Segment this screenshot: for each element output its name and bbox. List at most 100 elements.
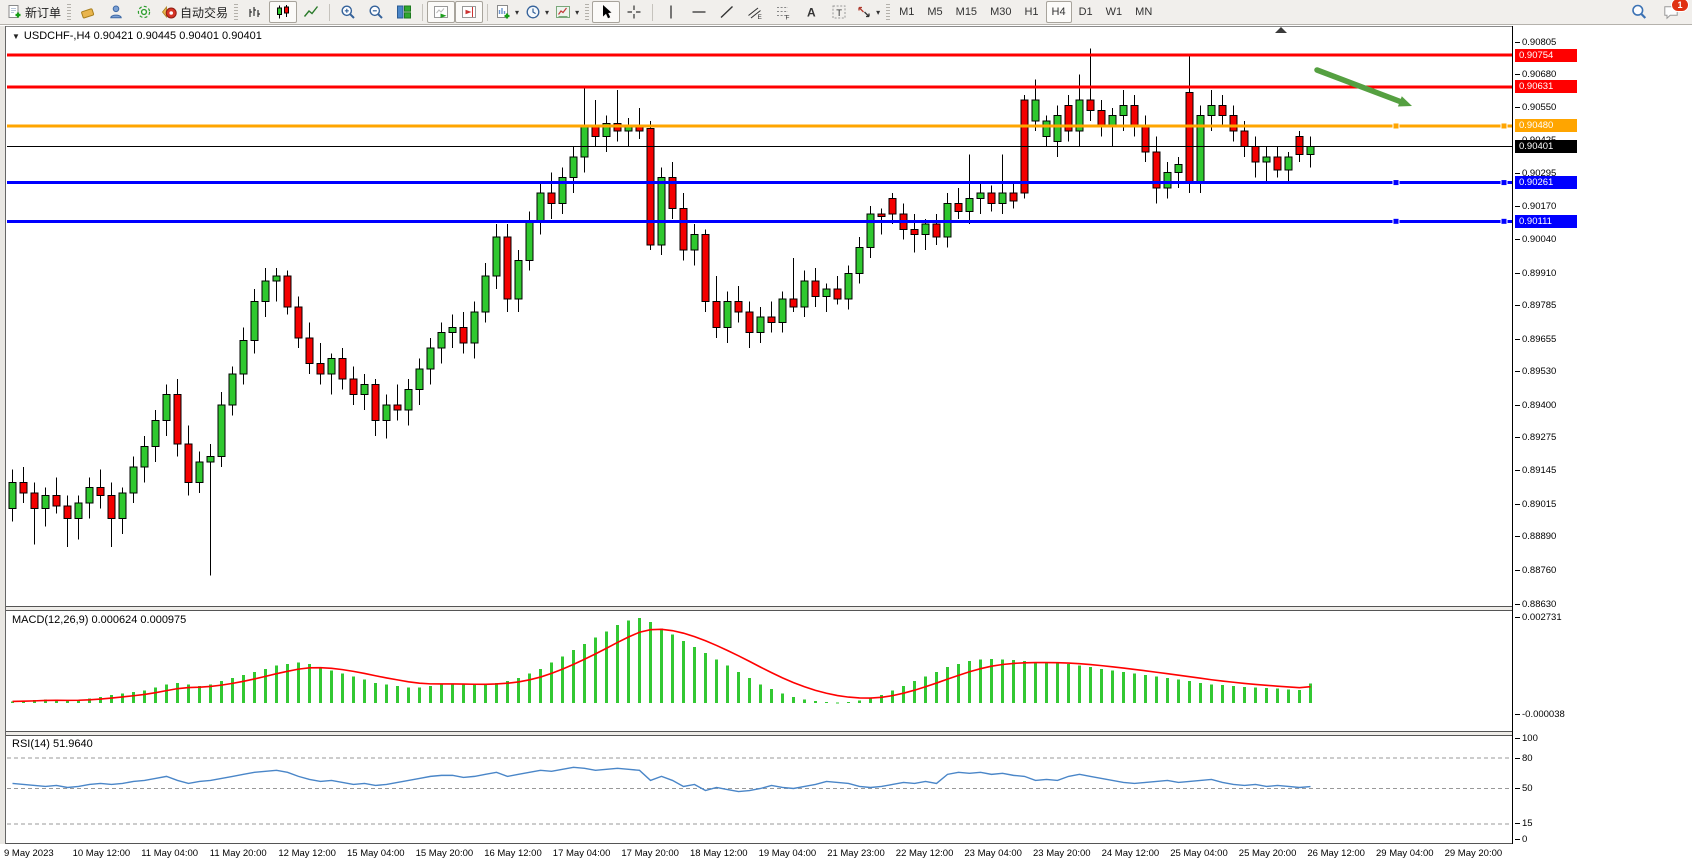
line-chart-button[interactable] <box>297 1 325 23</box>
time-label: 25 May 04:00 <box>1170 848 1228 859</box>
timeframe-M1[interactable]: M1 <box>893 1 920 23</box>
templates-button[interactable]: ▾ <box>552 1 582 23</box>
cursor-icon <box>598 4 614 20</box>
candlestick-chart-button[interactable] <box>269 1 297 23</box>
price-tick: 0.88630 <box>1522 599 1556 610</box>
chevron-down-icon: ▼ <box>12 32 20 41</box>
timeframe-W1[interactable]: W1 <box>1100 1 1129 23</box>
rsi-level-label: 0 <box>1522 834 1527 845</box>
time-label: 26 May 12:00 <box>1307 848 1365 859</box>
price-tick: 0.89275 <box>1522 432 1556 443</box>
time-label: 29 May 04:00 <box>1376 848 1434 859</box>
new-order-button[interactable]: 新订单 <box>3 1 64 23</box>
toolbar-grip <box>886 4 890 20</box>
text-button[interactable]: A <box>797 1 825 23</box>
price-tick: 0.90805 <box>1522 37 1556 48</box>
label-icon: T <box>831 4 847 20</box>
channel-button[interactable]: E <box>741 1 769 23</box>
horizontal-line-icon <box>691 4 707 20</box>
timeframe-H1[interactable]: H1 <box>1018 1 1044 23</box>
toolbar-separator <box>422 4 423 21</box>
toolbar: 新订单 自动交易 ▾ ▾ ▾ E F A T ▾ M1M5M15M30H1H4D… <box>0 0 1692 25</box>
search-button[interactable] <box>1625 1 1653 23</box>
time-label: 12 May 12:00 <box>278 848 336 859</box>
price-tick: 0.89910 <box>1522 268 1556 279</box>
price-tick: 0.89145 <box>1522 465 1556 476</box>
rsi-level-label: 100 <box>1522 733 1538 744</box>
time-label: 15 May 20:00 <box>416 848 474 859</box>
time-label: 25 May 20:00 <box>1239 848 1297 859</box>
trendline-button[interactable] <box>713 1 741 23</box>
new-order-icon <box>6 4 22 20</box>
crosshair-button[interactable] <box>620 1 648 23</box>
main-price-chart[interactable] <box>7 26 1512 607</box>
timeframe-D1[interactable]: D1 <box>1073 1 1099 23</box>
timeframe-M30[interactable]: M30 <box>984 1 1017 23</box>
zoom-out-icon <box>368 4 384 20</box>
chevron-down-icon: ▾ <box>876 8 880 17</box>
new-chart-icon <box>495 4 511 20</box>
cursor-button[interactable] <box>592 1 620 23</box>
level-price-tag: 0.90111 <box>1515 215 1577 228</box>
price-tick: 0.89400 <box>1522 400 1556 411</box>
chart-title-text: USDCHF-,H4 0.90421 0.90445 0.90401 0.904… <box>24 30 262 42</box>
zoom-out-button[interactable] <box>362 1 390 23</box>
time-label: 22 May 12:00 <box>896 848 954 859</box>
signals-button[interactable] <box>130 1 158 23</box>
macd-label: MACD(12,26,9) 0.000624 0.000975 <box>12 614 186 626</box>
tile-windows-icon <box>396 4 412 20</box>
time-label: 23 May 20:00 <box>1033 848 1091 859</box>
profile-button[interactable] <box>102 1 130 23</box>
timeframe-MN[interactable]: MN <box>1129 1 1158 23</box>
rsi-level-label: 80 <box>1522 753 1533 764</box>
timeframe-group: M1M5M15M30H1H4D1W1MN <box>893 1 1158 23</box>
periods-button[interactable]: ▾ <box>522 1 552 23</box>
toolbar-grip <box>67 4 71 20</box>
time-axis[interactable]: 9 May 202310 May 12:0011 May 04:0011 May… <box>0 844 1692 863</box>
rsi-level-label: 15 <box>1522 818 1533 829</box>
chevron-down-icon: ▾ <box>515 8 519 17</box>
notification-badge: 1 <box>1671 0 1689 12</box>
timeframe-M15[interactable]: M15 <box>950 1 983 23</box>
current-price-tag: 0.90401 <box>1515 140 1577 153</box>
level-price-tag: 0.90480 <box>1515 119 1577 132</box>
candlestick-icon <box>275 4 291 20</box>
styles-button[interactable] <box>74 1 102 23</box>
arrows-icon <box>856 4 872 20</box>
window-left-border <box>0 26 6 844</box>
rsi-level-label: 50 <box>1522 783 1533 794</box>
new-chart-button[interactable]: ▾ <box>492 1 522 23</box>
svg-text:T: T <box>836 8 842 19</box>
rsi-label: RSI(14) 51.9640 <box>12 738 93 750</box>
vertical-line-button[interactable] <box>657 1 685 23</box>
auto-scroll-button[interactable] <box>427 1 455 23</box>
price-tick: 0.90040 <box>1522 234 1556 245</box>
macd-indicator-pane[interactable] <box>7 611 1512 730</box>
chart-title[interactable]: ▼ USDCHF-,H4 0.90421 0.90445 0.90401 0.9… <box>12 30 262 42</box>
clock-icon <box>525 4 541 20</box>
arrows-button[interactable]: ▾ <box>853 1 883 23</box>
level-price-tag: 0.90754 <box>1515 49 1577 62</box>
time-label: 23 May 04:00 <box>964 848 1022 859</box>
level-price-tag: 0.90631 <box>1515 80 1577 93</box>
time-label: 11 May 20:00 <box>210 848 267 859</box>
chart-shift-button[interactable] <box>455 1 483 23</box>
tile-windows-button[interactable] <box>390 1 418 23</box>
chat-button[interactable]: 1 <box>1657 1 1685 23</box>
label-button[interactable]: T <box>825 1 853 23</box>
price-axis[interactable]: 0.908050.906800.905500.904250.902950.901… <box>1512 26 1692 844</box>
timeframe-H4[interactable]: H4 <box>1046 1 1072 23</box>
fibonacci-button[interactable]: F <box>769 1 797 23</box>
autotrade-button[interactable]: 自动交易 <box>158 1 231 23</box>
time-label: 17 May 20:00 <box>621 848 679 859</box>
macd-min-label: -0.000038 <box>1522 709 1565 720</box>
zoom-in-button[interactable] <box>334 1 362 23</box>
bar-chart-button[interactable] <box>241 1 269 23</box>
gold-tag-icon <box>80 4 96 20</box>
price-tick: 0.90680 <box>1522 69 1556 80</box>
horizontal-line-button[interactable] <box>685 1 713 23</box>
search-icon <box>1631 4 1647 20</box>
timeframe-M5[interactable]: M5 <box>921 1 948 23</box>
rsi-indicator-pane[interactable] <box>7 736 1512 842</box>
channel-icon: E <box>747 4 763 20</box>
